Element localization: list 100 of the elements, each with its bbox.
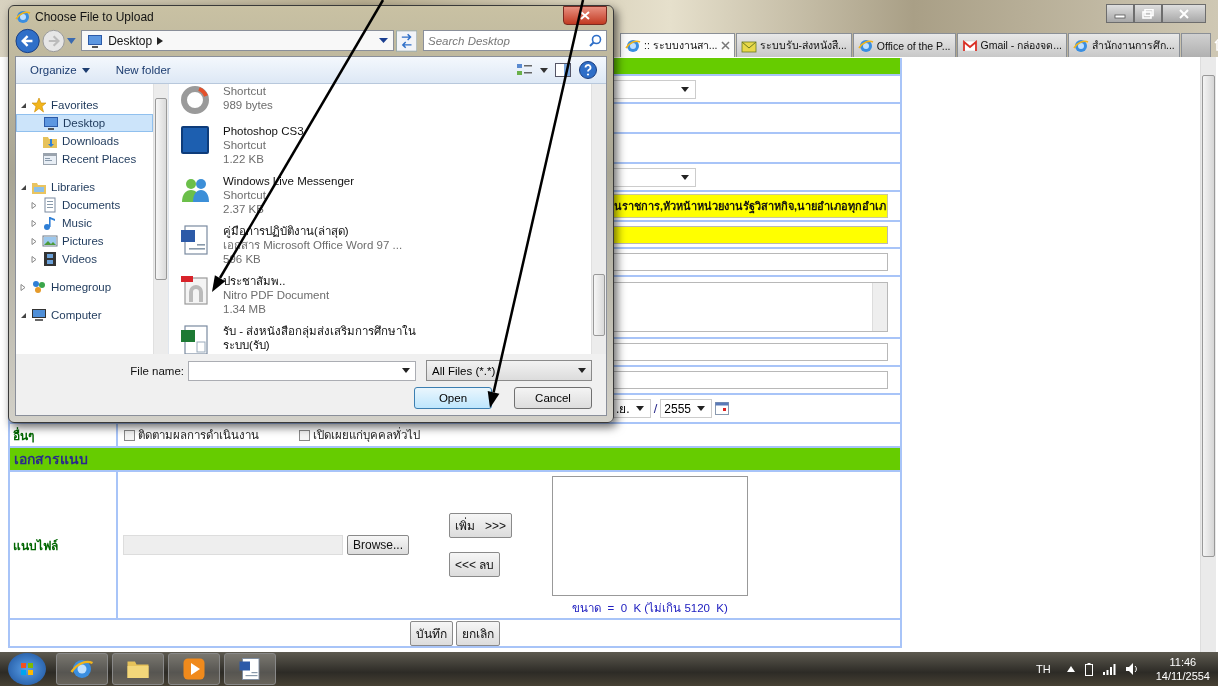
sidebar-item[interactable]: Computer [16, 306, 153, 324]
monitor-icon [87, 32, 104, 49]
input-field[interactable] [612, 371, 888, 389]
sidebar-item[interactable]: Pictures [16, 232, 153, 250]
back-button[interactable] [15, 27, 41, 54]
sidebar-item[interactable]: Music [16, 214, 153, 232]
caret-icon [697, 406, 705, 411]
help-icon[interactable] [578, 60, 598, 80]
save-button[interactable]: บันทึก [410, 620, 453, 646]
computer-icon [31, 307, 47, 323]
refresh-button[interactable] [395, 29, 417, 52]
chevron-icon[interactable] [157, 36, 164, 45]
sidebar-item[interactable]: Desktop [16, 114, 153, 132]
search-field[interactable]: Search Desktop [423, 30, 607, 52]
size-note: ขนาด = 0 K (ไม่เกิน 5120 K) [572, 601, 728, 616]
music-note-icon [42, 215, 58, 231]
browser-icon [1073, 37, 1090, 54]
recipient-field[interactable]: นราชการ,หัวหน้าหน่วยงานรัฐวิสาหกิจ,นายอำเภอทุกอำเภ [611, 194, 888, 218]
language-indicator[interactable]: TH [1036, 663, 1051, 675]
dialog-title: Choose File to Upload [35, 9, 154, 24]
attached-files-list[interactable] [552, 476, 749, 596]
remove-button[interactable]: <<< ลบ [449, 552, 501, 577]
start-button[interactable] [8, 653, 46, 685]
input-field[interactable] [612, 253, 888, 271]
search-icon[interactable] [589, 34, 602, 48]
sidebar-item[interactable]: Videos [16, 250, 153, 268]
restore-button[interactable] [1134, 4, 1162, 23]
sidebar-item[interactable]: Downloads [16, 132, 153, 150]
file-type-dropdown[interactable]: All Files (*.*) [426, 360, 592, 381]
open-button[interactable]: Open [414, 387, 492, 409]
browser-tab[interactable]: :: ระบบงานสา... [620, 33, 735, 57]
file-item[interactable]: Shortcut 989 bytes [179, 84, 591, 124]
scrollbar[interactable] [591, 84, 606, 354]
sidebar-item[interactable]: Recent Places [16, 150, 153, 168]
view-options-icon[interactable] [516, 62, 534, 78]
address-text: Desktop [108, 33, 153, 48]
address-bar[interactable]: Desktop [81, 30, 394, 52]
signal-icon[interactable] [1102, 663, 1116, 675]
caret-icon [681, 86, 689, 92]
battery-icon[interactable] [1084, 662, 1093, 676]
sidebar-item[interactable]: Libraries [16, 178, 153, 196]
browser-tab[interactable]: Gmail - กล่องจด... [956, 33, 1068, 57]
file-item[interactable]: Photoshop CS3 Shortcut 1.22 KB [179, 124, 591, 174]
close-icon[interactable] [720, 41, 730, 50]
taskbar-button[interactable] [224, 653, 276, 685]
sidebar-item[interactable]: Homegroup [16, 278, 153, 296]
cancel-button[interactable]: ยกเลิก [456, 620, 500, 646]
file-name-field[interactable] [188, 360, 416, 381]
clock-time: 11:46 [1169, 655, 1197, 669]
file-path-field[interactable] [123, 535, 343, 555]
caret-icon [681, 174, 689, 180]
file-name-label: File name: [130, 364, 184, 377]
browser-tab[interactable]: Office of the P... [852, 33, 956, 57]
up-arrow-icon[interactable] [1066, 666, 1075, 672]
browse-button[interactable]: Browse... [347, 535, 409, 555]
close-button[interactable] [563, 6, 607, 25]
input-field[interactable] [612, 343, 888, 361]
add-button[interactable]: เพิ่ม >>> [449, 513, 513, 538]
checkbox-label: เปิดเผยแก่บุคคลทั่วไป [313, 426, 420, 444]
expander-icon[interactable] [20, 311, 27, 319]
taskbar-button[interactable] [168, 653, 220, 685]
browser-icon [70, 657, 94, 681]
caret-icon[interactable] [402, 368, 410, 373]
expander-icon[interactable] [20, 183, 27, 191]
organize-menu[interactable]: Organize [24, 62, 96, 78]
taskbar-button[interactable] [56, 653, 108, 685]
year-dropdown[interactable]: 2555 [660, 399, 712, 418]
picture-icon [42, 233, 58, 249]
file-item[interactable]: ประชาสัมพ.. Nitro PDF Document 1.34 MB [179, 274, 591, 324]
close-icon [580, 11, 590, 20]
clock[interactable]: 11:46 14/11/2554 [1155, 655, 1210, 683]
browser-tab[interactable]: สำนักงานการศึก... [1068, 33, 1180, 57]
checkbox[interactable] [299, 429, 310, 441]
clock-date: 14/11/2554 [1155, 669, 1210, 683]
checkbox[interactable] [124, 429, 135, 441]
scrollbar[interactable] [1200, 57, 1216, 652]
new-folder-button[interactable]: New folder [109, 62, 177, 78]
caret-icon[interactable] [540, 67, 548, 73]
section-header: เอกสารแนบ [10, 448, 900, 470]
cancel-button[interactable]: Cancel [514, 387, 592, 409]
expander-icon[interactable] [20, 101, 27, 109]
document-icon [179, 224, 211, 256]
caret-icon[interactable] [378, 38, 388, 44]
field-label: อื่นๆ [13, 426, 34, 445]
volume-icon[interactable] [1125, 663, 1140, 675]
app-icon [179, 84, 211, 116]
minimize-button[interactable] [1106, 4, 1134, 23]
taskbar-button[interactable] [112, 653, 164, 685]
scrollbar[interactable] [872, 283, 887, 331]
file-item[interactable]: รับ - ส่งหนังสือกลุ่มส่งเสริมการศึกษาใน ระบบ(รับ) [179, 324, 591, 354]
sidebar-item[interactable]: Documents [16, 196, 153, 214]
browser-tab[interactable]: ระบบรับ-ส่งหนังสื... [735, 33, 852, 57]
calendar-icon[interactable] [715, 402, 729, 415]
network-icon [31, 279, 47, 295]
field-label: แนบไฟล์ [13, 537, 58, 555]
scrollbar[interactable] [153, 84, 168, 354]
document-icon [42, 197, 58, 213]
input-field[interactable] [612, 225, 888, 244]
sidebar-item[interactable]: Favorites [16, 96, 153, 114]
browser-icon [625, 37, 641, 54]
